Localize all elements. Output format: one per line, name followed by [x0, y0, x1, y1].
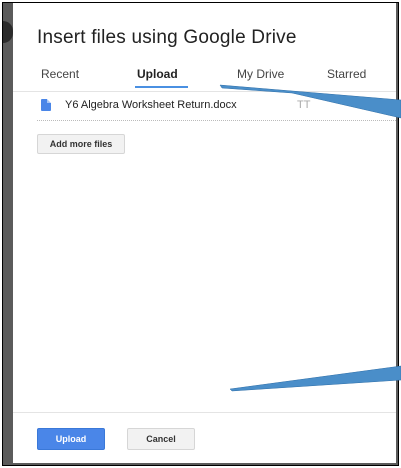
upload-file-row: Y6 Algebra Worksheet Return.docx TT — [13, 95, 396, 117]
document-icon — [41, 99, 51, 111]
backdrop-sliver — [3, 21, 13, 43]
tab-divider — [13, 91, 396, 92]
screenshot-frame: Insert files using Google Drive Recent U… — [2, 2, 399, 466]
active-tab-indicator — [135, 86, 188, 88]
tab-recent[interactable]: Recent — [41, 67, 79, 81]
dialog-title: Insert files using Google Drive — [37, 27, 297, 48]
tab-my-drive[interactable]: My Drive — [237, 67, 284, 81]
tab-upload[interactable]: Upload — [137, 67, 178, 81]
upload-button[interactable]: Upload — [37, 428, 105, 450]
file-row-separator — [37, 120, 396, 121]
tab-starred[interactable]: Starred — [327, 67, 366, 81]
cancel-button[interactable]: Cancel — [127, 428, 195, 450]
file-name: Y6 Algebra Worksheet Return.docx — [65, 99, 237, 111]
tab-bar: Recent Upload My Drive Starred — [13, 63, 396, 91]
google-drive-picker-dialog: Insert files using Google Drive Recent U… — [13, 3, 396, 463]
file-status: TT — [297, 99, 311, 111]
add-more-files-button[interactable]: Add more files — [37, 134, 125, 154]
footer-divider — [13, 412, 396, 413]
